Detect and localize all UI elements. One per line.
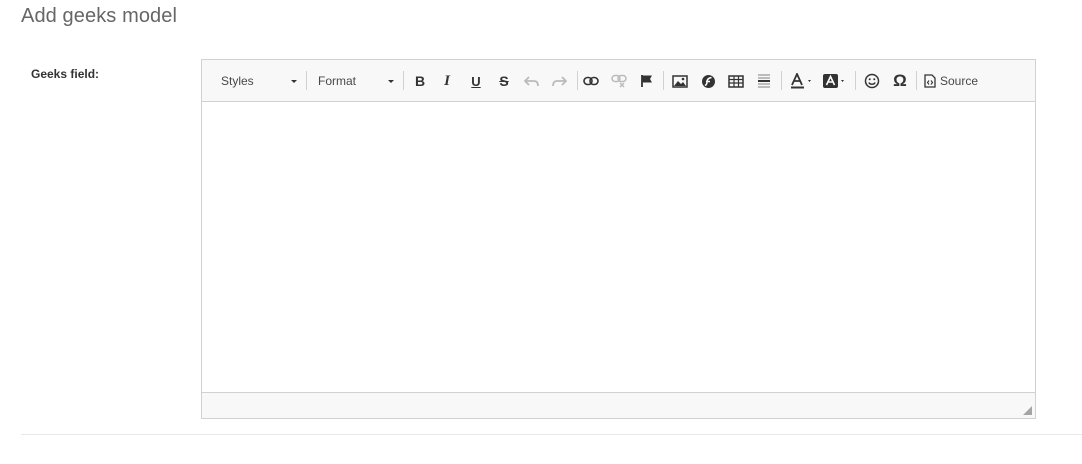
editor-bottom-bar	[202, 392, 1035, 418]
page-title: Add geeks model	[21, 5, 178, 27]
toolbar-separator	[781, 71, 782, 90]
format-combo-label: Format	[318, 74, 357, 88]
text-color-icon	[791, 73, 811, 89]
geeks-field-label: Geeks field:	[31, 67, 100, 81]
horizontal-line-button[interactable]	[753, 70, 775, 92]
flash-icon	[701, 74, 715, 88]
undo-button[interactable]	[521, 70, 543, 92]
toolbar-separator	[916, 71, 917, 90]
underline-button[interactable]: U	[465, 70, 487, 92]
unlink-icon	[611, 74, 627, 88]
editor-content-area[interactable]	[202, 102, 1035, 393]
anchor-button[interactable]	[636, 70, 658, 92]
toolbar-separator	[306, 71, 307, 90]
form-divider	[21, 434, 1082, 435]
flag-icon	[641, 75, 652, 87]
table-icon	[728, 74, 744, 88]
source-document-icon	[924, 74, 936, 88]
styles-combo[interactable]: Styles	[221, 71, 299, 91]
redo-button[interactable]	[548, 70, 570, 92]
link-button[interactable]	[580, 70, 602, 92]
smiley-button[interactable]	[861, 70, 883, 92]
omega-icon: Ω	[893, 71, 907, 90]
table-button[interactable]	[725, 70, 747, 92]
toolbar-separator	[403, 71, 404, 90]
link-icon	[583, 76, 599, 86]
source-button[interactable]: Source	[924, 70, 984, 92]
image-button[interactable]	[669, 70, 691, 92]
resize-handle[interactable]	[1023, 406, 1032, 415]
bold-button[interactable]: B	[409, 70, 431, 92]
smiley-icon	[864, 73, 880, 89]
special-character-button[interactable]: Ω	[889, 70, 911, 92]
chevron-down-icon	[388, 79, 394, 83]
toolbar-separator	[577, 71, 578, 90]
redo-icon	[552, 76, 567, 87]
toolbar-separator	[663, 71, 664, 90]
toolbar-separator	[855, 71, 856, 90]
horizontal-line-icon	[758, 74, 770, 88]
chevron-down-icon	[291, 79, 297, 83]
editor-toolbar: Styles Format B I U S Ω Source	[202, 60, 1035, 102]
background-color-icon	[823, 74, 844, 88]
format-combo[interactable]: Format	[318, 71, 396, 91]
text-color-button[interactable]	[788, 70, 816, 92]
italic-button[interactable]: I	[436, 70, 458, 92]
strikethrough-button[interactable]: S	[493, 70, 515, 92]
unlink-button[interactable]	[608, 70, 630, 92]
rich-text-editor: Styles Format B I U S Ω Source	[201, 59, 1036, 419]
source-label: Source	[940, 74, 979, 88]
image-icon	[672, 74, 688, 88]
background-color-button[interactable]	[821, 70, 849, 92]
flash-button[interactable]	[697, 70, 719, 92]
undo-icon	[524, 76, 539, 87]
styles-combo-label: Styles	[221, 74, 254, 88]
